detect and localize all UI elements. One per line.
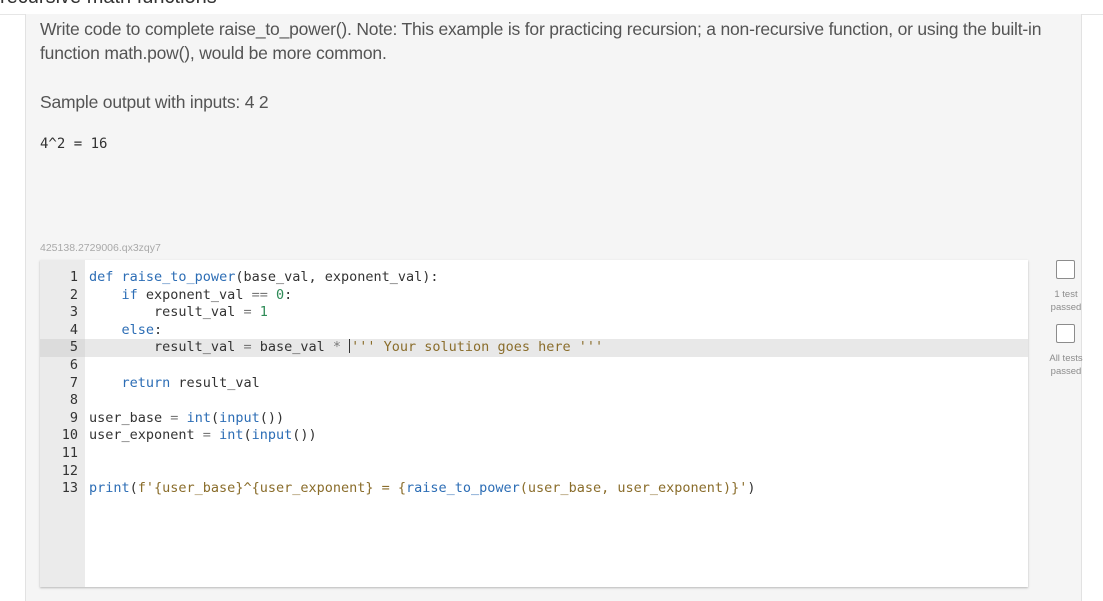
line-number: 2: [69, 286, 78, 303]
code-line[interactable]: 4 else:: [40, 322, 1028, 340]
text-cursor: [349, 339, 351, 354]
code-text[interactable]: result_val = base_val * ''' Your solutio…: [89, 339, 603, 357]
code-text[interactable]: if exponent_val == 0:: [89, 287, 293, 305]
sample-output-text: 4^2 = 16: [40, 136, 108, 152]
code-line[interactable]: 7 return result_val: [40, 375, 1028, 393]
code-text[interactable]: result_val = 1: [89, 304, 268, 322]
code-line[interactable]: 6: [40, 357, 1028, 375]
code-text[interactable]: return result_val: [89, 375, 260, 393]
instructions-text: Write code to complete raise_to_power().…: [40, 19, 1042, 63]
line-number: 3: [69, 304, 78, 321]
test1-status-label: 1 test passed: [1050, 289, 1082, 313]
line-number: 13: [61, 480, 78, 497]
line-number: 8: [69, 392, 78, 409]
code-lines: 1 def raise_to_power(base_val, exponent_v…: [40, 269, 1028, 498]
sample-output-label: Sample output with inputs: 4 2: [40, 92, 269, 112]
code-line[interactable]: 9 user_base = int(input()): [40, 410, 1028, 428]
code-text[interactable]: user_base = int(input()): [89, 410, 284, 428]
top-header-bar: recursive math functions: [0, 0, 1103, 15]
all-tests-check-icon: [1056, 324, 1075, 343]
line-number: 1: [69, 269, 78, 285]
line-number: 5: [40, 339, 85, 357]
test1-check-icon: [1056, 260, 1075, 279]
line-number: 12: [61, 462, 78, 479]
code-text[interactable]: print(f'{user_base}^{user_exponent} = {r…: [89, 480, 756, 498]
code-line[interactable]: 3 result_val = 1: [40, 304, 1028, 322]
code-line[interactable]: 11: [40, 445, 1028, 463]
question-id: 425138.2729006.qx3zqy7: [40, 242, 161, 254]
line-number: 10: [61, 427, 78, 444]
code-line[interactable]: 8: [40, 392, 1028, 410]
code-text[interactable]: def raise_to_power(base_val, exponent_va…: [89, 269, 439, 287]
line-number: 6: [69, 356, 78, 373]
all-tests-status-label: All tests passed: [1049, 353, 1083, 377]
code-text[interactable]: else:: [89, 322, 163, 340]
code-line[interactable]: 5 result_val = base_val * ''' Your solut…: [40, 339, 1028, 357]
code-line[interactable]: 1 def raise_to_power(base_val, exponent_v…: [40, 269, 1028, 287]
code-line[interactable]: 10 user_exponent = int(input()): [40, 427, 1028, 445]
line-number: 9: [69, 409, 78, 426]
line-number: 11: [61, 444, 78, 461]
line-number: 4: [69, 321, 78, 338]
code-text[interactable]: user_exponent = int(input()): [89, 427, 317, 445]
code-line[interactable]: 2 if exponent_val == 0:: [40, 287, 1028, 305]
code-line[interactable]: 13 print(f'{user_base}^{user_exponent} = …: [40, 480, 1028, 498]
partial-section-title: recursive math functions: [0, 0, 217, 9]
code-line[interactable]: 12: [40, 463, 1028, 481]
line-number: 7: [69, 374, 78, 391]
code-editor[interactable]: 1 def raise_to_power(base_val, exponent_v…: [40, 260, 1028, 587]
